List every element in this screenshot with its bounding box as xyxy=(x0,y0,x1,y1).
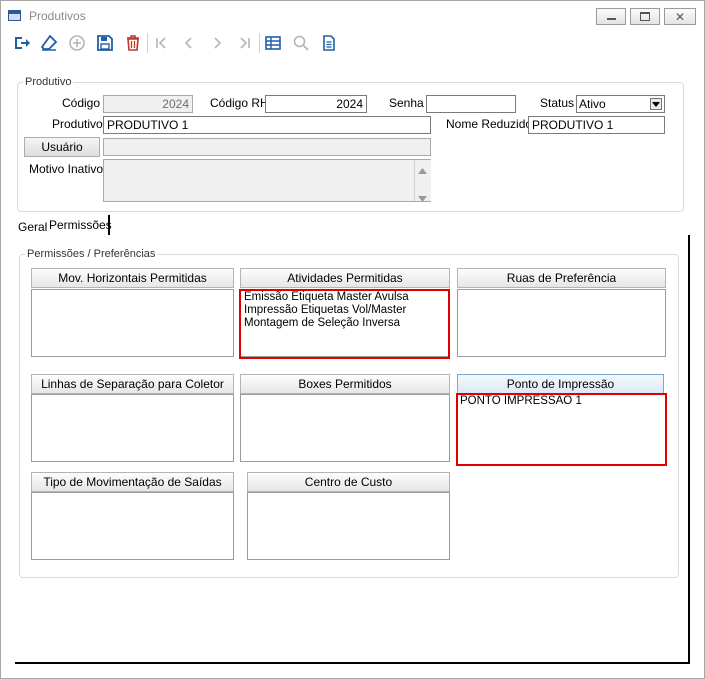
minimize-button[interactable] xyxy=(596,8,626,25)
report-button[interactable] xyxy=(317,31,341,55)
nome-reduzido-label: Nome Reduzido xyxy=(446,117,533,131)
window: Produtivos ✕ Produtivo Código 2024 Códig… xyxy=(0,0,705,679)
toolbar xyxy=(1,31,701,59)
status-select[interactable]: Ativo xyxy=(576,95,665,113)
usuario-button[interactable]: Usuário xyxy=(24,137,100,157)
motivo-inativo-field xyxy=(103,159,431,202)
add-button[interactable] xyxy=(65,31,89,55)
linhas-separacao-list[interactable] xyxy=(31,394,234,462)
tab-panel-edge-bottom xyxy=(15,662,690,664)
senha-field[interactable] xyxy=(426,95,516,113)
ponto-impressao-header[interactable]: Ponto de Impressão xyxy=(457,374,664,394)
ruas-list[interactable] xyxy=(457,289,666,357)
exit-icon xyxy=(15,37,30,49)
codigo-rh-field[interactable]: 2024 xyxy=(265,95,367,113)
boxes-header[interactable]: Boxes Permitidos xyxy=(240,374,450,394)
permissoes-group-title: Permissões / Preferências xyxy=(25,248,158,260)
exit-button[interactable] xyxy=(9,31,33,55)
close-button[interactable]: ✕ xyxy=(664,8,696,25)
delete-button[interactable] xyxy=(121,31,145,55)
first-icon xyxy=(156,37,166,49)
last-icon xyxy=(240,37,250,49)
search-icon xyxy=(293,35,309,51)
table-icon xyxy=(265,36,281,50)
window-title: Produtivos xyxy=(29,9,86,23)
tab-geral[interactable]: Geral xyxy=(18,220,47,234)
report-icon xyxy=(323,35,335,51)
save-icon xyxy=(97,35,113,51)
atividades-header[interactable]: Atividades Permitidas xyxy=(240,268,450,288)
tab-panel-edge-right xyxy=(688,235,690,663)
boxes-list[interactable] xyxy=(240,394,450,462)
app-icon xyxy=(8,10,21,21)
grid-view-button[interactable] xyxy=(261,31,285,55)
next-record-button[interactable] xyxy=(205,31,229,55)
previous-record-button[interactable] xyxy=(177,31,201,55)
status-label: Status xyxy=(540,96,575,110)
tab-edge xyxy=(108,215,110,235)
centro-custo-header[interactable]: Centro de Custo xyxy=(247,472,450,492)
nome-reduzido-field[interactable]: PRODUTIVO 1 xyxy=(528,116,665,134)
mov-horizontais-header[interactable]: Mov. Horizontais Permitidas xyxy=(31,268,234,288)
motivo-scrollbar[interactable] xyxy=(414,160,431,202)
produtivo-label: Produtivo xyxy=(52,117,103,131)
codigo-field: 2024 xyxy=(103,95,193,113)
title-bar: Produtivos ✕ xyxy=(1,1,704,29)
tab-permissoes[interactable]: Permissões xyxy=(49,218,112,232)
first-record-button[interactable] xyxy=(149,31,173,55)
usuario-field xyxy=(103,138,431,156)
eraser-icon xyxy=(40,34,58,51)
toolbar-separator xyxy=(259,33,260,53)
chevron-down-icon xyxy=(650,98,662,110)
toolbar-separator xyxy=(147,33,148,53)
maximize-icon xyxy=(640,12,650,21)
codigo-label: Código xyxy=(62,96,101,110)
delete-icon xyxy=(127,35,139,51)
add-icon xyxy=(69,35,85,51)
close-icon: ✕ xyxy=(674,9,686,24)
senha-label: Senha xyxy=(389,96,424,110)
linhas-separacao-header[interactable]: Linhas de Separação para Coletor xyxy=(31,374,234,394)
codigo-rh-label: Código RH xyxy=(210,96,269,110)
produtivo-group-title: Produtivo xyxy=(23,76,74,88)
highlight-box xyxy=(239,289,450,359)
produtivo-field[interactable]: PRODUTIVO 1 xyxy=(103,116,431,134)
last-record-button[interactable] xyxy=(233,31,257,55)
mov-horizontais-list[interactable] xyxy=(31,289,234,357)
clear-button[interactable] xyxy=(37,31,61,55)
ruas-header[interactable]: Ruas de Preferência xyxy=(457,268,666,288)
save-button[interactable] xyxy=(93,31,117,55)
maximize-button[interactable] xyxy=(630,8,660,25)
scroll-up-icon[interactable] xyxy=(418,163,427,177)
search-button[interactable] xyxy=(289,31,313,55)
tipo-movimentacao-header[interactable]: Tipo de Movimentação de Saídas xyxy=(31,472,234,492)
minimize-icon xyxy=(606,18,616,20)
status-value: Ativo xyxy=(579,97,606,111)
highlight-box xyxy=(456,393,667,466)
prev-icon xyxy=(184,37,192,49)
tipo-movimentacao-list[interactable] xyxy=(31,492,234,560)
scroll-down-icon[interactable] xyxy=(418,191,427,205)
motivo-inativo-label: Motivo Inativo xyxy=(29,162,104,176)
next-icon xyxy=(214,37,222,49)
centro-custo-list[interactable] xyxy=(247,492,450,560)
